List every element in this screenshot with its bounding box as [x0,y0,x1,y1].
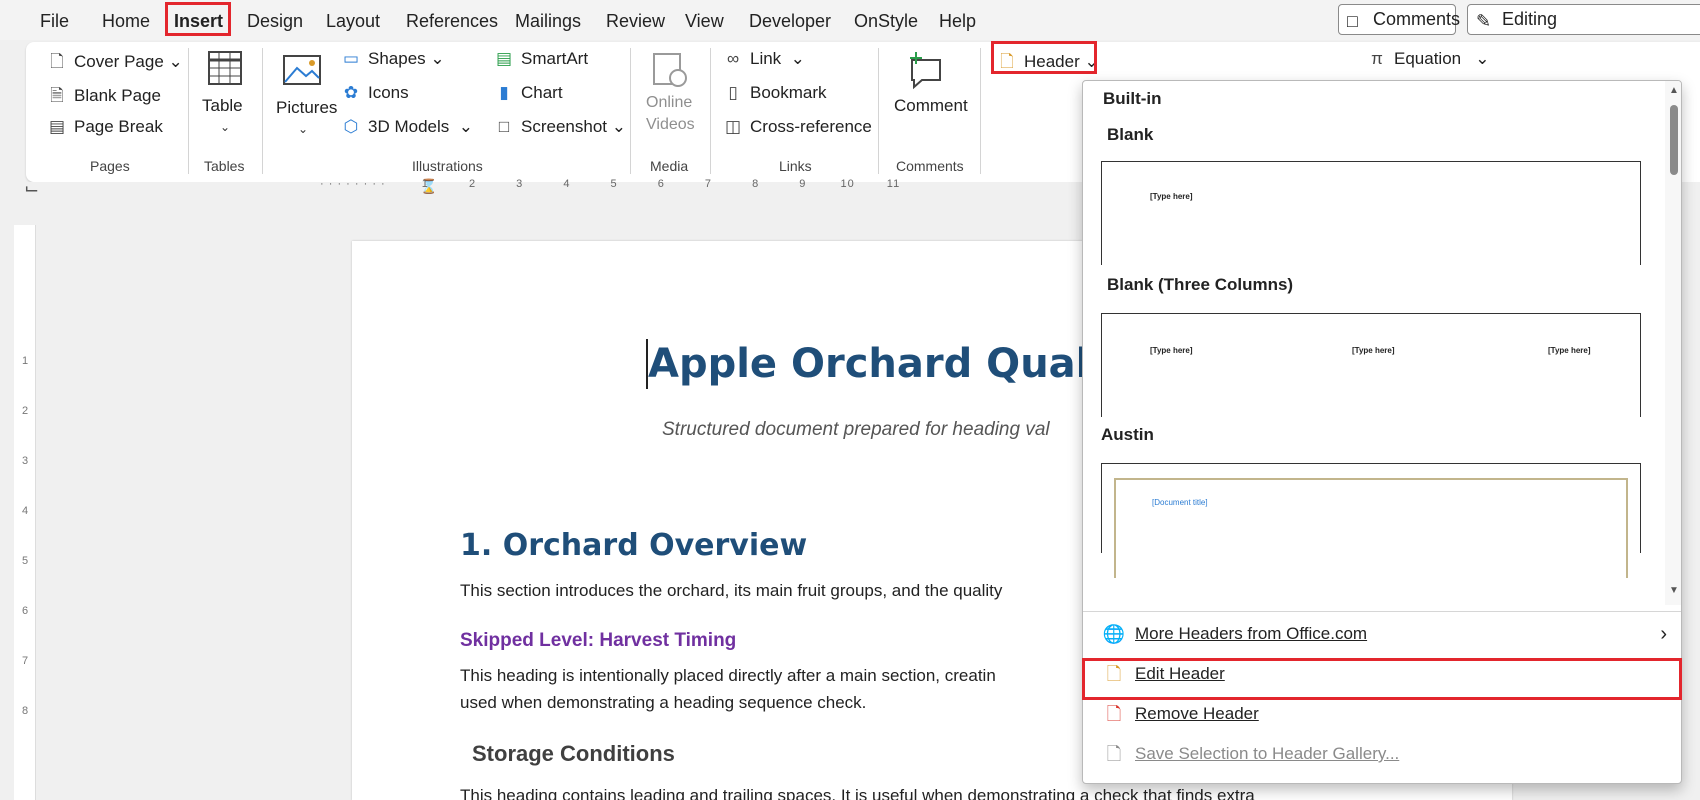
shapes-icon: ▭ [342,49,360,68]
pictures-button[interactable]: Pictures ⌄ [272,48,338,148]
paragraph-intro: This section introduces the orchard, its… [460,581,1003,600]
group-label-media: Media [650,158,689,174]
header-thumb-blank[interactable]: [Type here] [1101,161,1641,265]
screenshot-icon: □ [498,117,510,136]
tab-home[interactable]: Home [102,8,150,34]
tab-view[interactable]: View [685,8,724,34]
scroll-up-icon[interactable]: ▲ [1669,85,1679,96]
tab-help[interactable]: Help [939,8,976,34]
separator [188,48,189,174]
save-gallery-icon: 🗋 [1106,744,1122,764]
icons-icon: ✿ [343,83,359,102]
paragraph-skipped-line2: used when demonstrating a heading sequen… [460,693,867,712]
tab-file[interactable]: File [40,8,69,34]
document-title: Apple Orchard Quality [648,341,1149,387]
cross-reference-button[interactable]: ◫ Cross-reference [722,117,872,137]
pi-icon: π [1371,49,1383,68]
paragraph-storage: This heading contains leading and traili… [460,786,1255,800]
header-thumb-austin[interactable]: [Document title] [1101,463,1641,578]
chevron-down-icon: ⌄ [298,122,309,136]
chevron-right-icon: › [1660,623,1667,645]
video-icon [653,53,687,87]
ruler-ticks: · · · · · · · · [320,178,386,190]
pencil-icon: ✎ [1476,11,1492,31]
chevron-down-icon: ⌄ [220,120,231,134]
3d-models-button[interactable]: ⬡ 3D Models ⌄ [340,117,473,137]
edit-header-highlight [1082,658,1682,700]
paragraph-skipped-line1: This heading is intentionally placed dir… [460,666,996,685]
separator [878,48,879,174]
scrollbar-thumb[interactable] [1670,105,1678,175]
cover-page-button[interactable]: 🗋 Cover Page ⌄ [46,49,183,78]
chart-icon: ▮ [499,83,509,102]
heading-storage-conditions: Storage Conditions [472,741,675,766]
gallery-label-blank-three-columns: Blank (Three Columns) [1107,275,1294,294]
tab-mailings[interactable]: Mailings [515,8,581,34]
shapes-button[interactable]: ▭ Shapes ⌄ [340,49,445,69]
screenshot-button[interactable]: □ Screenshot ⌄ [493,117,626,137]
builtin-section-label: Built-in [1103,89,1162,108]
smartart-button[interactable]: ▤ SmartArt [493,49,588,69]
gallery-scrollbar[interactable]: ▲ ▼ [1665,81,1681,605]
online-videos-button[interactable]: Online Videos [640,48,700,148]
link-button[interactable]: ∞ Link ⌄ [722,49,805,69]
comments-button[interactable]: □ Comments [1338,4,1460,35]
insert-tab-highlight [165,2,231,36]
blank-page-icon: 🗎 [50,86,64,105]
group-label-illustrations: Illustrations [412,158,483,174]
header-thumb-blank-three-columns[interactable]: [Type here] [Type here] [Type here] [1101,313,1641,417]
group-label-pages: Pages [90,158,130,174]
heading-orchard-overview: 1. Orchard Overview [460,528,808,563]
table-icon [208,51,242,85]
page-break-icon: ▤ [48,117,66,136]
separator [980,48,981,174]
tab-layout[interactable]: Layout [326,8,380,34]
blank-page-button[interactable]: 🗎 Blank Page [46,83,161,112]
chart-button[interactable]: ▮ Chart [493,83,562,103]
smartart-icon: ▤ [495,49,513,68]
save-selection-item[interactable]: 🗋 Save Selection to Header Gallery... [1083,733,1681,775]
equation-button[interactable]: π Equation ⌄ [1366,49,1489,69]
menu-bar: File Home Insert Design Layout Reference… [0,0,1700,40]
cover-page-icon: 🗋 [50,52,64,71]
separator [262,48,263,174]
globe-icon: 🌐 [1102,624,1126,644]
document-subtitle: Structured document prepared for heading… [662,419,1050,440]
austin-frame: [Document title] [1114,478,1628,578]
tab-developer[interactable]: Developer [749,8,831,34]
comment-button[interactable]: Comment [888,48,972,148]
gallery-label-austin: Austin [1101,425,1154,444]
icons-button[interactable]: ✿ Icons [340,83,409,103]
tab-onstyle[interactable]: OnStyle [854,8,918,34]
cross-reference-icon: ◫ [724,117,742,136]
page-break-button[interactable]: ▤ Page Break [46,117,163,137]
table-button[interactable]: Table ⌄ [200,48,260,148]
bookmark-icon: ▯ [728,83,738,102]
comment-icon: □ [1347,11,1358,31]
separator [630,48,631,174]
scroll-down-icon[interactable]: ▼ [1669,585,1679,596]
group-label-tables: Tables [204,158,245,174]
link-icon: ∞ [726,49,740,68]
heading-skipped-level: Skipped Level: Harvest Timing [460,630,737,651]
group-label-links: Links [779,158,812,174]
tab-design[interactable]: Design [247,8,303,34]
separator [710,48,711,174]
new-comment-icon [910,52,941,90]
picture-icon [283,55,321,85]
tab-stop-icon: ⌙ [24,178,40,198]
cube-icon: ⬡ [343,117,359,136]
tab-review[interactable]: Review [606,8,665,34]
header-button-highlight [991,41,1097,74]
tab-references[interactable]: References [406,8,498,34]
menu-divider [1083,611,1681,612]
editing-button[interactable]: ✎ Editing [1467,4,1700,35]
group-label-comments: Comments [896,158,964,174]
gallery-label-blank: Blank [1107,125,1154,144]
bookmark-button[interactable]: ▯ Bookmark [722,83,826,103]
more-headers-item[interactable]: 🌐 More Headers from Office.com › [1083,613,1681,655]
vertical-ruler: 1 2 3 4 5 6 7 8 [14,225,36,800]
